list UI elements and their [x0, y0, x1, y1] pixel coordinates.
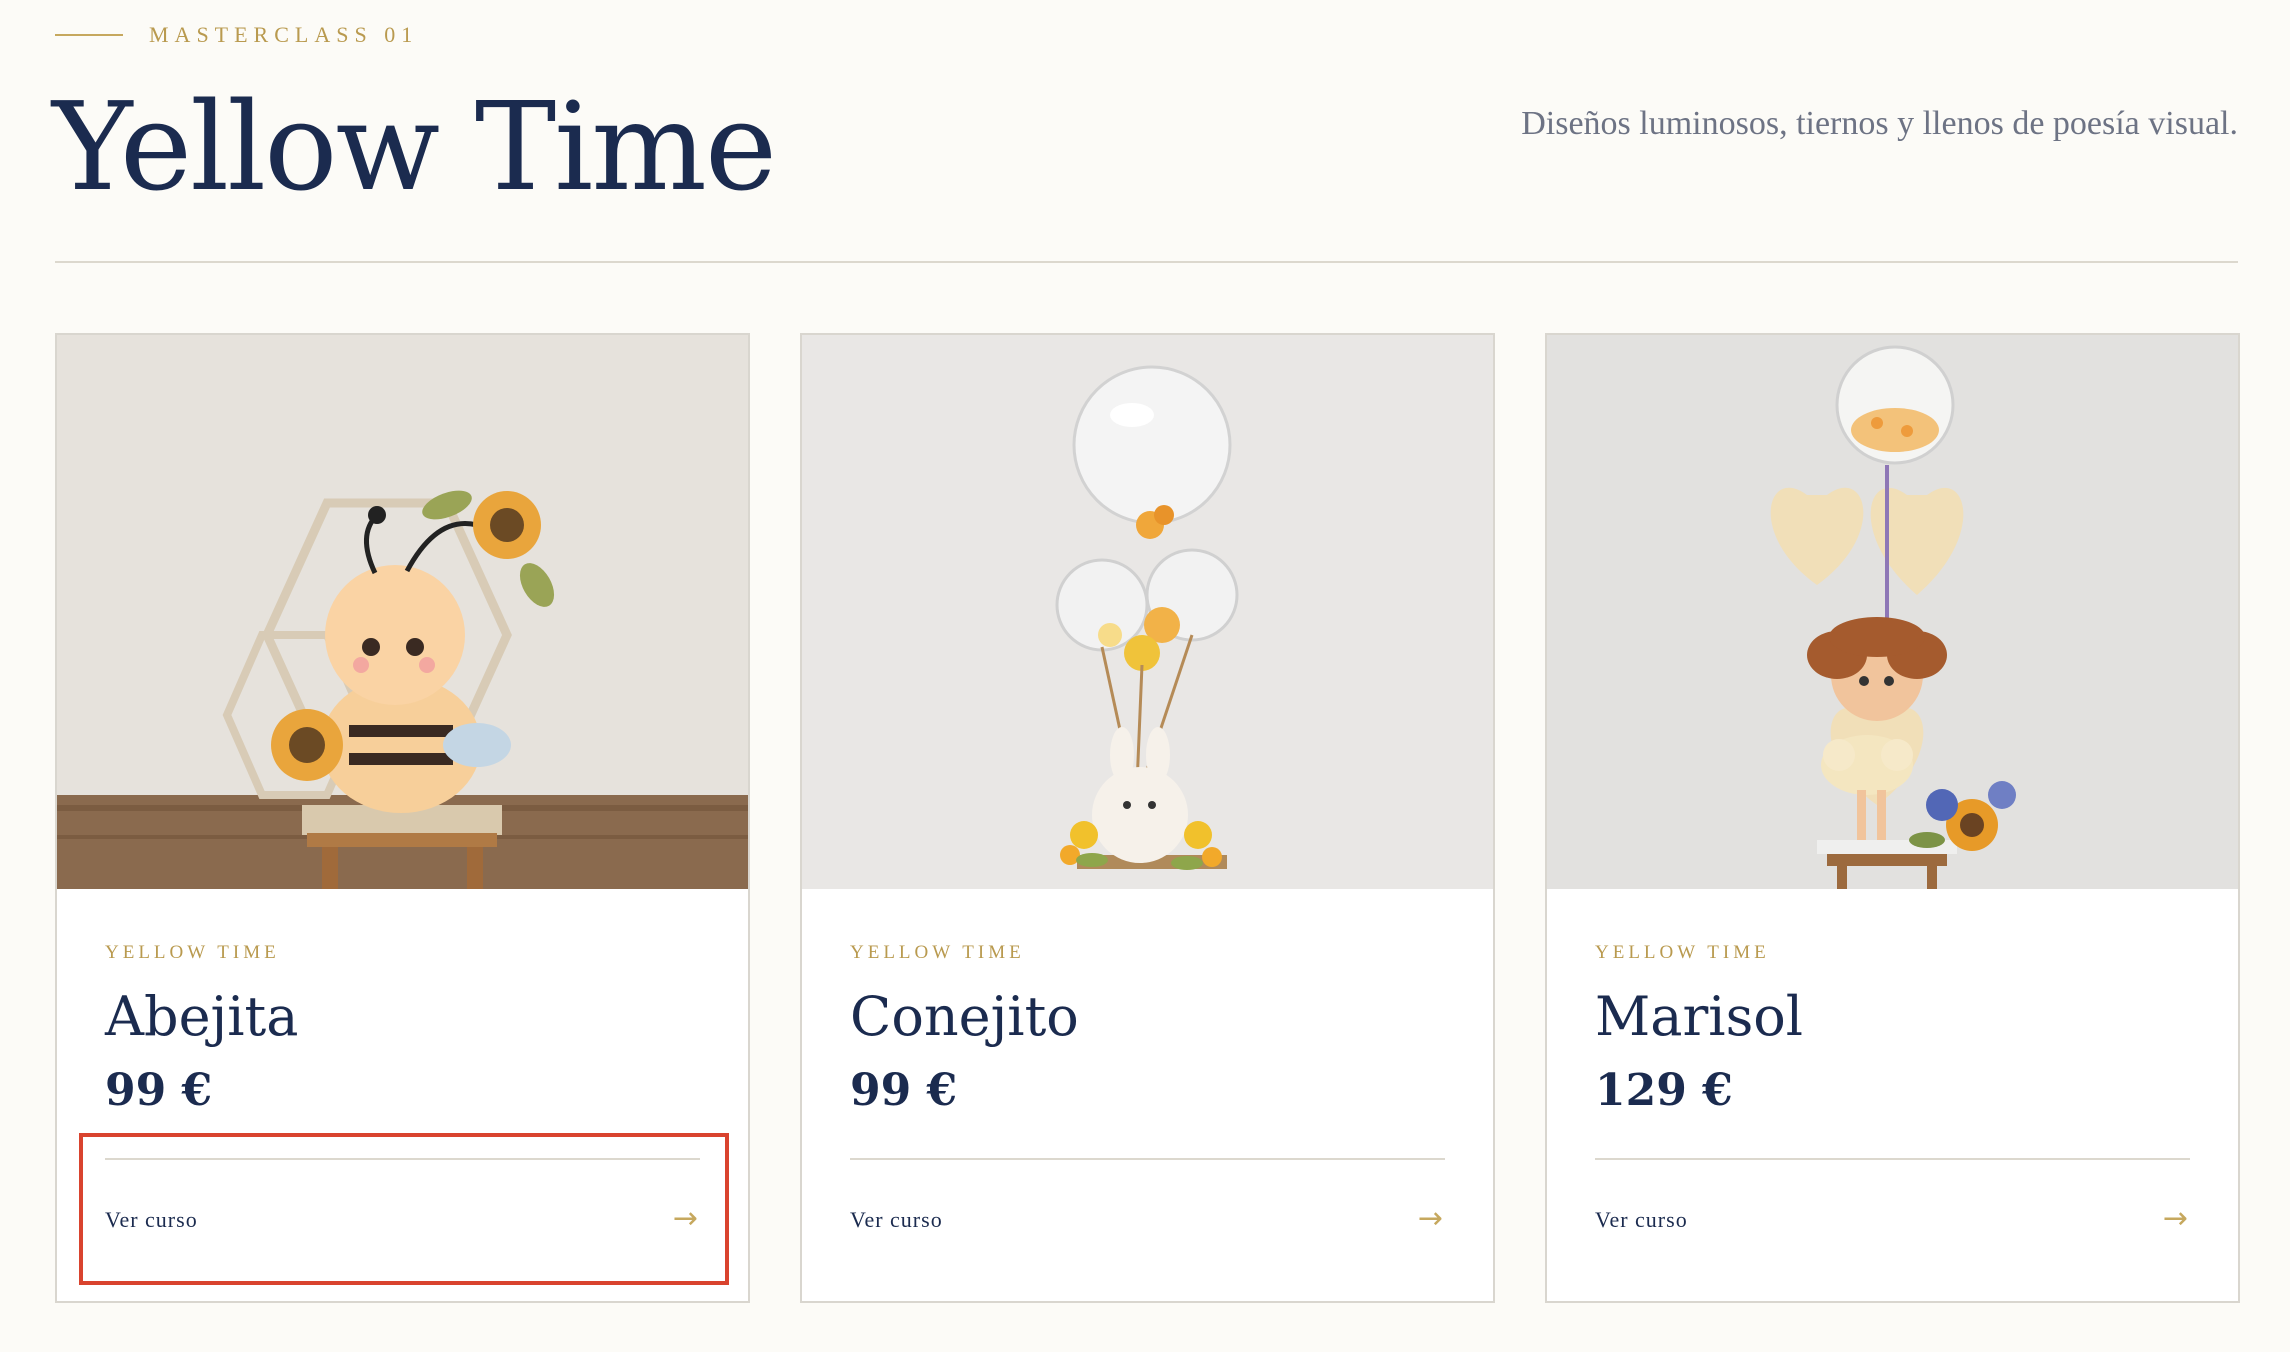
- bee-balloon-figure-image: [57, 335, 748, 889]
- course-image-marisol[interactable]: [1547, 335, 2238, 889]
- card-title[interactable]: Conejito: [850, 985, 1079, 1050]
- card-price: 99 €: [850, 1065, 958, 1116]
- ver-curso-link[interactable]: Ver curso: [1595, 1207, 1688, 1233]
- ver-curso-link[interactable]: Ver curso: [850, 1207, 943, 1233]
- page-subtitle: Diseños luminosos, tiernos y llenos de p…: [1521, 105, 2238, 142]
- card-category: YELLOW TIME: [850, 942, 1025, 963]
- eyebrow-line: [55, 34, 123, 36]
- eyebrow: MASTERCLASS 01: [55, 22, 418, 48]
- course-card-marisol[interactable]: YELLOW TIME Marisol 129 € Ver curso →: [1545, 333, 2240, 1303]
- page-title: Yellow Time: [52, 76, 777, 218]
- page: MASTERCLASS 01 Yellow Time Diseños lumin…: [0, 0, 2290, 1352]
- bunny-balloon-bouquet-image: [802, 335, 1493, 889]
- card-price: 99 €: [105, 1065, 213, 1116]
- header-divider: [55, 261, 2238, 263]
- course-image-abejita[interactable]: [57, 335, 748, 889]
- card-title[interactable]: Abejita: [105, 985, 298, 1050]
- card-divider: [850, 1158, 1445, 1160]
- card-category: YELLOW TIME: [105, 942, 280, 963]
- card-title[interactable]: Marisol: [1595, 985, 1803, 1050]
- course-image-conejito[interactable]: [802, 335, 1493, 889]
- arrow-right-icon[interactable]: →: [2163, 1201, 2188, 1236]
- arrow-right-icon[interactable]: →: [1418, 1201, 1443, 1236]
- card-divider: [1595, 1158, 2190, 1160]
- eyebrow-text: MASTERCLASS 01: [149, 22, 419, 47]
- course-card-conejito[interactable]: YELLOW TIME Conejito 99 € Ver curso →: [800, 333, 1495, 1303]
- highlight-box: [79, 1133, 729, 1285]
- girl-hearts-balloon-figure-image: [1547, 335, 2238, 889]
- card-category: YELLOW TIME: [1595, 942, 1770, 963]
- card-price: 129 €: [1595, 1065, 1733, 1116]
